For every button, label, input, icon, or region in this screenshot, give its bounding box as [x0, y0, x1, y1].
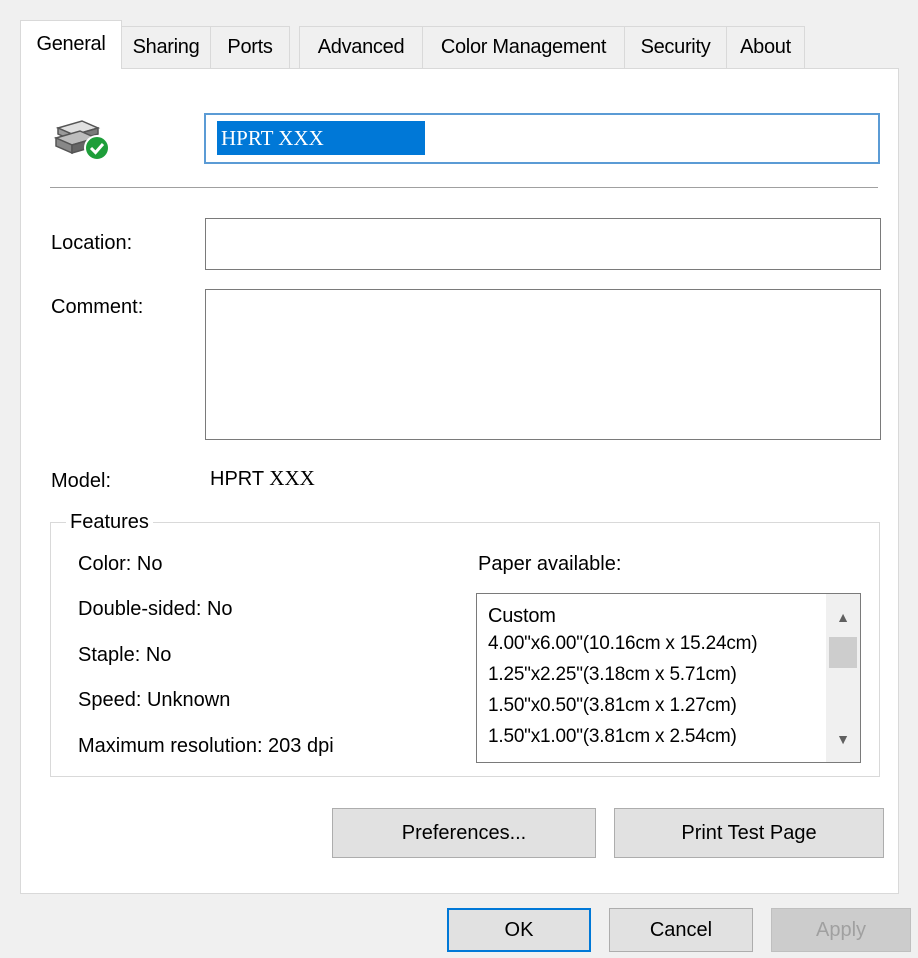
separator	[50, 187, 878, 188]
tab-advanced[interactable]: Advanced	[299, 26, 423, 68]
tab-ports[interactable]: Ports	[210, 26, 290, 68]
apply-button[interactable]: Apply	[771, 908, 911, 952]
scroll-down-icon[interactable]: ▼	[826, 722, 860, 756]
cancel-button[interactable]: Cancel	[609, 908, 753, 952]
paper-list-scrollbar[interactable]: ▲ ▼	[826, 594, 860, 762]
comment-input[interactable]	[205, 289, 881, 440]
paper-item-1.50x0.50[interactable]: 1.50"x0.50"(3.81cm x 1.27cm)	[488, 695, 737, 717]
model-value-part2: XXX	[269, 466, 315, 490]
location-label: Location:	[51, 232, 133, 254]
paper-item-1.50x1.00[interactable]: 1.50"x1.00"(3.81cm x 2.54cm)	[488, 726, 737, 748]
printer-name-selected-text: HPRT XXX	[217, 121, 425, 155]
tab-security[interactable]: Security	[624, 26, 727, 68]
tab-about[interactable]: About	[726, 26, 805, 68]
paper-item-1.25x2.25[interactable]: 1.25"x2.25"(3.18cm x 5.71cm)	[488, 664, 737, 686]
tab-bar: Sharing Ports Advanced Color Management …	[0, 0, 918, 69]
comment-label: Comment:	[51, 296, 144, 318]
tab-sharing[interactable]: Sharing	[121, 26, 211, 68]
feature-double-sided: Double-sided: No	[78, 598, 233, 620]
paper-item-4x6[interactable]: 4.00"x6.00"(10.16cm x 15.24cm)	[488, 633, 758, 655]
print-test-page-button[interactable]: Print Test Page	[614, 808, 884, 858]
feature-staple: Staple: No	[78, 644, 172, 666]
printer-ready-icon	[52, 118, 116, 166]
paper-available-label: Paper available:	[478, 553, 622, 575]
model-label: Model:	[51, 470, 112, 492]
printer-name-input[interactable]: HPRT XXX	[204, 113, 880, 164]
feature-color: Color: No	[78, 553, 163, 575]
tab-general[interactable]: General	[20, 20, 122, 69]
tab-color-management[interactable]: Color Management	[422, 26, 625, 68]
feature-speed: Speed: Unknown	[78, 689, 231, 711]
scroll-thumb[interactable]	[829, 637, 857, 668]
paper-available-list[interactable]: Custom 4.00"x6.00"(10.16cm x 15.24cm) 1.…	[476, 593, 861, 763]
location-input[interactable]	[205, 218, 881, 270]
preferences-button[interactable]: Preferences...	[332, 808, 596, 858]
feature-max-resolution: Maximum resolution: 203 dpi	[78, 735, 334, 757]
ok-button[interactable]: OK	[447, 908, 591, 952]
model-value: HPRT XXX	[210, 466, 315, 491]
scroll-up-icon[interactable]: ▲	[826, 600, 860, 634]
model-value-part1: HPRT	[210, 468, 264, 490]
paper-item-custom[interactable]: Custom	[488, 605, 556, 628]
features-title: Features	[66, 511, 153, 534]
